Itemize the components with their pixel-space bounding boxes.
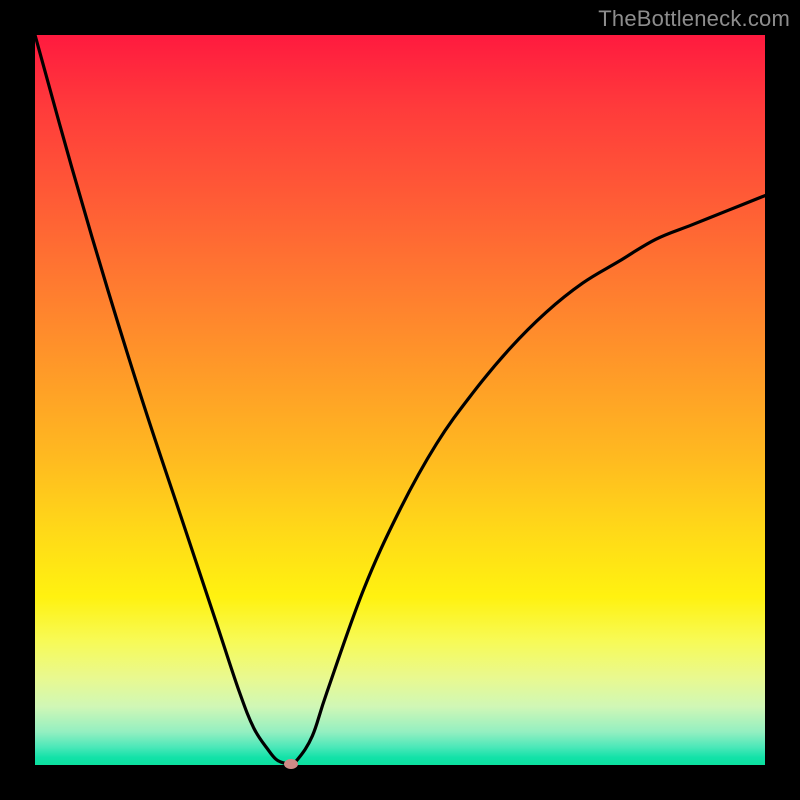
watermark-text: TheBottleneck.com [598,6,790,32]
chart-frame: TheBottleneck.com [0,0,800,800]
plot-area [35,35,765,765]
bottleneck-curve [35,35,765,764]
curve-svg [35,35,765,765]
optimal-point-marker [284,759,298,769]
